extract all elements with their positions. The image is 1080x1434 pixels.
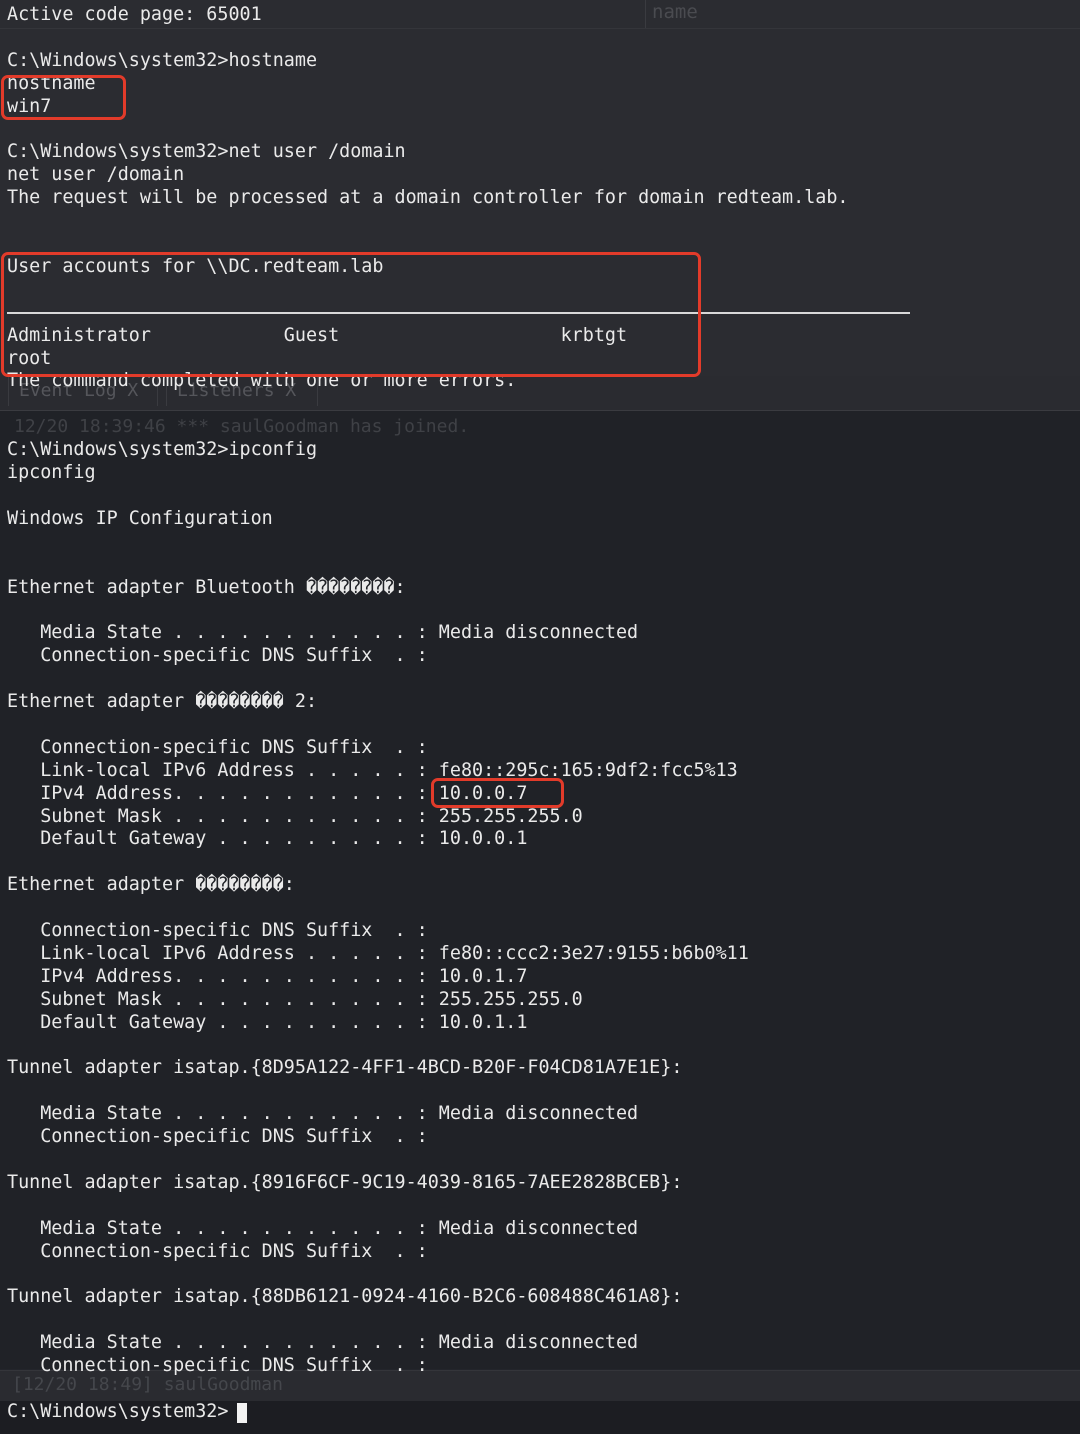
header-divider — [0, 28, 1080, 29]
terminal-line: ipconfig — [7, 462, 96, 483]
terminal-line: Connection-specific DNS Suffix . : — [7, 920, 428, 941]
terminal-line: Subnet Mask . . . . . . . . . . . : 255.… — [7, 988, 583, 1010]
text-cursor — [237, 1403, 247, 1423]
terminal-line: Connection-specific DNS Suffix . : — [7, 736, 428, 758]
terminal-line: Tunnel adapter isatap.{88DB6121-0924-416… — [7, 1286, 683, 1308]
user-accounts-highlight-box — [1, 252, 701, 377]
terminal-line: Media State . . . . . . . . . . . : Medi… — [7, 1103, 639, 1125]
terminal-line: C:\Windows\system32>ipconfig — [7, 439, 318, 461]
terminal-line: Ethernet adapter Bluetooth ��������: — [7, 576, 406, 598]
terminal-line: Ethernet adapter ��������: — [7, 874, 295, 896]
terminal-line: Default Gateway . . . . . . . . . : 10.0… — [7, 1011, 528, 1033]
terminal-line: IPv4 Address. . . . . . . . . . . : 10.0… — [7, 965, 528, 987]
terminal-line: Active code page: 65001 — [7, 4, 262, 25]
terminal-line: C:\Windows\system32>hostname — [7, 49, 318, 71]
terminal-line: Connection-specific DNS Suffix . : — [7, 1355, 428, 1377]
event-log-entry: 12/20 18:39:46 *** saulGoodman has joine… — [14, 416, 470, 437]
terminal-line: C:\Windows\system32>net user /domain — [7, 141, 406, 163]
terminal-line: Default Gateway . . . . . . . . . : 10.0… — [7, 828, 528, 850]
terminal-line: Tunnel adapter isatap.{8916F6CF-9C19-403… — [7, 1171, 683, 1193]
terminal-line: Media State . . . . . . . . . . . : Medi… — [7, 1332, 639, 1354]
terminal-line: Link-local IPv6 Address . . . . . : fe80… — [7, 759, 738, 781]
column-divider — [645, 0, 646, 28]
terminal-line: Media State . . . . . . . . . . . : Medi… — [7, 1217, 639, 1239]
terminal-line: Tunnel adapter isatap.{8D95A122-4FF1-4BC… — [7, 1057, 683, 1079]
terminal-line: Link-local IPv6 Address . . . . . : fe80… — [7, 942, 749, 964]
command-prompt[interactable]: C:\Windows\system32> — [7, 1400, 228, 1423]
ipv4-highlight-box — [431, 778, 564, 808]
terminal-line: Media State . . . . . . . . . . . : Medi… — [7, 622, 639, 644]
terminal-line: Connection-specific DNS Suffix . : — [7, 1126, 428, 1148]
terminal-line: The request will be processed at a domai… — [7, 187, 849, 209]
terminal-line: Windows IP Configuration — [7, 507, 273, 529]
terminal-line: Connection-specific DNS Suffix . : — [7, 645, 428, 667]
name-column-header[interactable]: name — [652, 0, 698, 24]
terminal-line: net user /domain — [7, 164, 185, 186]
terminal-line: Connection-specific DNS Suffix . : — [7, 1240, 428, 1262]
hostname-highlight-box — [1, 75, 126, 120]
terminal-line: Ethernet adapter �������� 2: — [7, 691, 318, 712]
